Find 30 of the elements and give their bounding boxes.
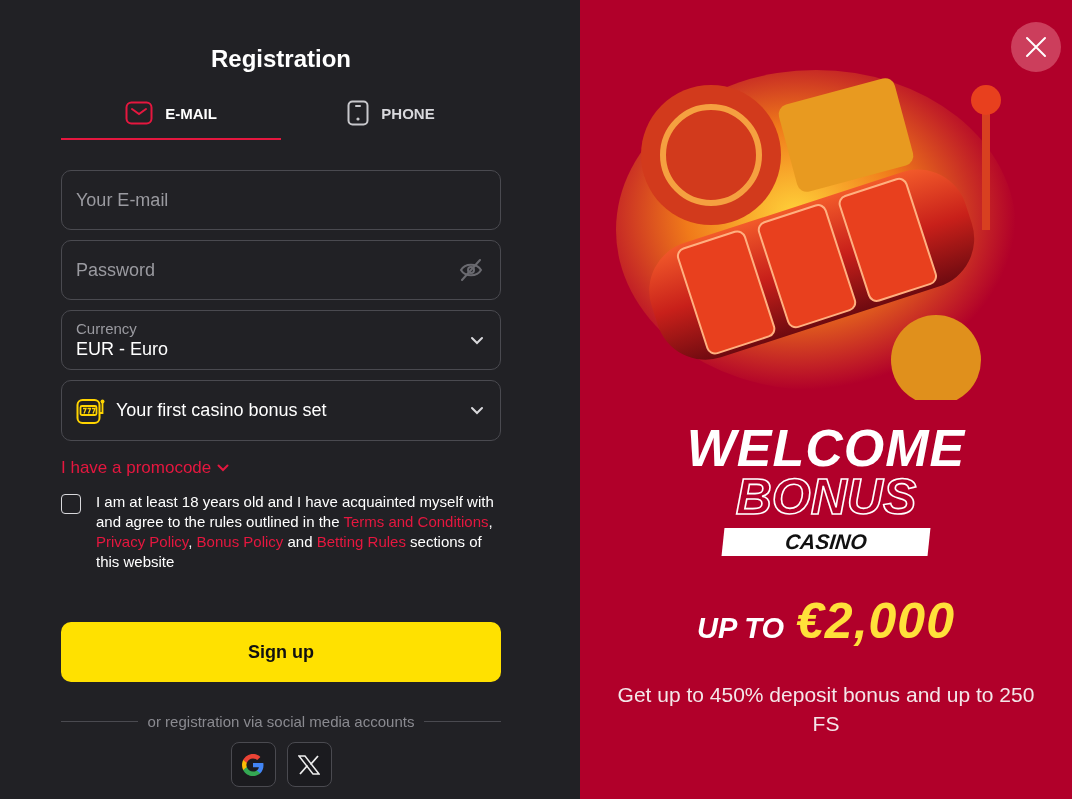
- category-label: CASINO: [721, 528, 931, 556]
- currency-select[interactable]: Currency EUR - Euro: [61, 310, 501, 370]
- chevron-down-icon: [470, 335, 484, 345]
- amount-prefix: UP TO: [697, 612, 785, 645]
- chevron-down-icon: [470, 406, 484, 415]
- eye-slash-icon[interactable]: [459, 259, 483, 281]
- google-logo-icon: [241, 752, 265, 777]
- caret-icon: [217, 464, 230, 472]
- agreement-text: I am at least 18 years old and I have acquainted myself with and agree to the rules outlined in the Terms and Conditions, Privacy Policy, Bonus Policy and Betting Rules sections of this website: [96, 492, 495, 572]
- google-login-button[interactable]: [230, 742, 276, 787]
- x-logo-icon: [298, 754, 320, 775]
- sign-up-button[interactable]: Sign up: [61, 622, 501, 682]
- policy-link[interactable]: Privacy Policy: [96, 533, 189, 550]
- close-button[interactable]: [1011, 22, 1061, 72]
- phone-icon: [347, 100, 370, 126]
- password-field[interactable]: Password: [61, 240, 501, 300]
- tab[interactable]: PHONE: [281, 88, 501, 140]
- dialog-title: Registration: [210, 44, 352, 74]
- close-icon: [1025, 36, 1047, 58]
- bonus-select[interactable]: Your first casino bonus set: [61, 380, 501, 441]
- promo-description: Get up to 450% deposit bonus and up to 250 FS: [616, 682, 1036, 737]
- social-caption: or registration via social media accounts: [147, 713, 415, 730]
- x-login-button[interactable]: [286, 742, 332, 787]
- envelope-icon: [125, 101, 154, 125]
- tab[interactable]: E-MAIL: [61, 88, 281, 140]
- bonus-amount: €2,000: [796, 592, 955, 650]
- policy-link[interactable]: Bonus Policy: [196, 533, 284, 550]
- email-field[interactable]: Your E-mail: [61, 170, 501, 230]
- slot-machine-icon: [76, 396, 106, 425]
- agreement-checkbox[interactable]: [61, 494, 81, 514]
